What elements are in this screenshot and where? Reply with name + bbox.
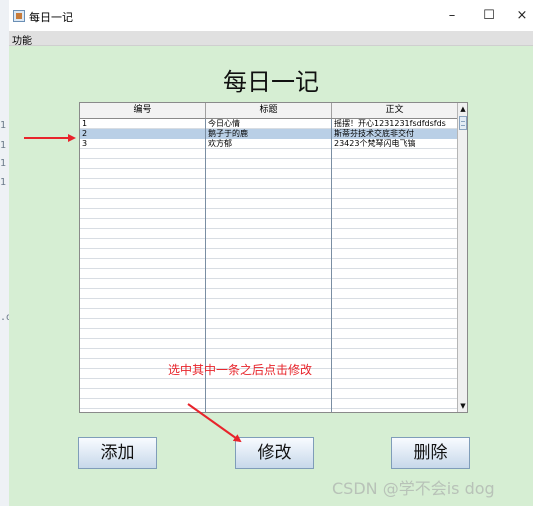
- edit-button[interactable]: 修改: [235, 437, 314, 469]
- table-row-selected[interactable]: 2 鹅子于的鹿 斯蒂芬技术交底非交付: [80, 129, 457, 139]
- scroll-thumb[interactable]: [459, 116, 467, 130]
- left-editor-strip: 1 1 1 1 .d: [0, 0, 12, 506]
- cell-title: 欢方郁: [208, 139, 232, 148]
- cell-body: 摇摆！开心1231231fsdfdsfds: [334, 119, 446, 128]
- gutter-mark: 1: [0, 158, 7, 169]
- scroll-up-icon[interactable]: ▲: [458, 104, 467, 114]
- column-divider: [331, 119, 332, 412]
- add-button[interactable]: 添加: [78, 437, 157, 469]
- cell-body: 斯蒂芬技术交底非交付: [334, 129, 414, 138]
- vertical-scrollbar[interactable]: ▲ ▼: [457, 103, 467, 412]
- cell-id: 2: [82, 129, 88, 138]
- table-row[interactable]: 1 今日心情 摇摆！开心1231231fsdfdsfds: [80, 119, 457, 129]
- column-header-title[interactable]: 标题: [206, 103, 332, 118]
- title-bar[interactable]: 每日一记 – ☐ ×: [9, 0, 533, 31]
- page-title: 每日一记: [223, 68, 319, 96]
- cell-id: 1: [82, 119, 88, 128]
- maximize-button[interactable]: ☐: [474, 6, 504, 26]
- menu-bar: 功能: [9, 31, 533, 47]
- cell-body: 23423个梵琴闪电飞镐: [334, 139, 416, 148]
- column-header-id[interactable]: 编号: [80, 103, 206, 118]
- column-header-body[interactable]: 正文: [332, 103, 457, 118]
- app-window: 每日一记 – ☐ × 功能 每日一记 编号 标题 正文 1 今日心情 摇摆！开心…: [9, 0, 533, 506]
- scroll-down-icon[interactable]: ▼: [458, 401, 467, 411]
- minimize-button[interactable]: –: [437, 6, 467, 26]
- app-icon: [13, 10, 25, 22]
- table-header: 编号 标题 正文: [80, 103, 457, 119]
- cell-id: 3: [82, 139, 88, 148]
- close-button[interactable]: ×: [507, 6, 533, 26]
- cell-title: 今日心情: [208, 119, 240, 128]
- watermark: CSDN @学不会is dog: [332, 479, 495, 498]
- table-row[interactable]: 3 欢方郁 23423个梵琴闪电飞镐: [80, 139, 457, 149]
- gutter-mark: 1: [0, 120, 7, 131]
- delete-button[interactable]: 删除: [391, 437, 470, 469]
- cell-title: 鹅子于的鹿: [208, 129, 248, 138]
- gutter-mark: 1: [0, 140, 7, 151]
- menu-function[interactable]: 功能: [12, 32, 32, 47]
- gutter-mark: 1: [0, 177, 7, 188]
- window-title: 每日一记: [29, 11, 73, 24]
- annotation-text: 选中其中一条之后点击修改: [168, 363, 313, 377]
